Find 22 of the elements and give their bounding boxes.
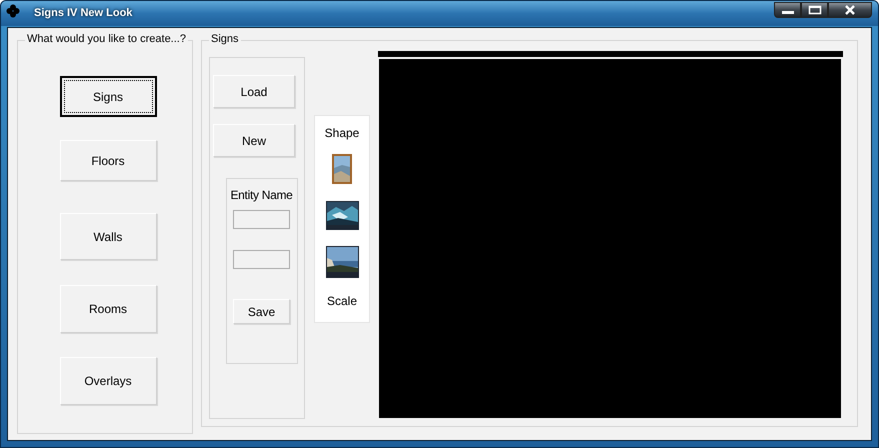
window-title: Signs IV New Look — [34, 6, 132, 18]
shape-label: Shape — [324, 126, 360, 140]
entity-name-label: Entity Name — [230, 188, 293, 202]
scale-label: Scale — [326, 294, 358, 308]
create-option-button[interactable]: Floors — [60, 140, 156, 181]
maximize-button[interactable] — [801, 2, 828, 18]
create-option-button[interactable]: Signs — [60, 76, 156, 117]
group-legend: Signs — [209, 33, 241, 45]
save-button[interactable]: Save — [233, 299, 290, 324]
maximize-icon — [808, 5, 822, 15]
create-option-button[interactable]: Rooms — [60, 285, 156, 333]
minimize-button[interactable] — [774, 2, 801, 18]
clover-icon — [6, 4, 20, 18]
input-field[interactable] — [233, 210, 290, 229]
close-icon — [843, 5, 857, 15]
load-button[interactable]: Load — [213, 75, 295, 108]
group-legend: What would you like to create...? — [25, 33, 188, 45]
create-option-button[interactable]: Walls — [60, 213, 156, 260]
new-button[interactable]: New — [213, 124, 295, 157]
input-field[interactable] — [233, 250, 290, 269]
close-button[interactable] — [828, 2, 872, 18]
create-option-button[interactable]: Overlays — [60, 357, 156, 405]
